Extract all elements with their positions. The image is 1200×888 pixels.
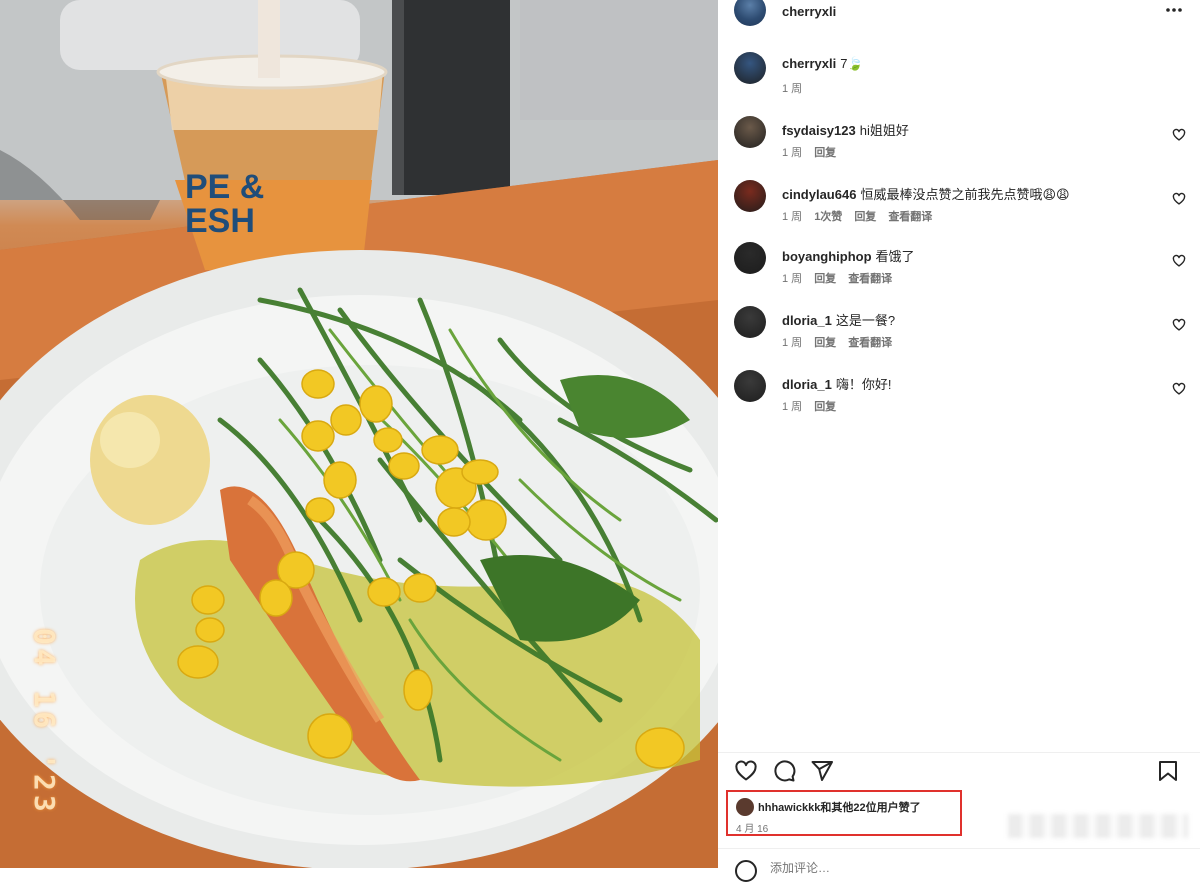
comment-like-heart-icon[interactable] <box>1172 382 1186 396</box>
cup-logo-line1: PE & <box>185 168 264 206</box>
watermark-overlay <box>1008 814 1188 838</box>
comment-icon[interactable] <box>772 759 796 783</box>
food-photo-illustration: PE & ESH <box>0 0 718 868</box>
comment-like-heart-icon[interactable] <box>1172 192 1186 206</box>
comment-line: boyanghiphop 看饿了 <box>782 246 915 265</box>
comment-text: hi姐姐好 <box>859 123 909 138</box>
comment-action[interactable]: 回复 <box>814 147 836 159</box>
add-comment-bar <box>718 848 1200 882</box>
comment-time: 1 周 <box>782 337 803 349</box>
comment-line: dloria_1 嗨！你好! <box>782 374 891 393</box>
comment-time: 1 周 <box>782 147 803 159</box>
comment-text: 这是一餐? <box>835 313 896 328</box>
commenter-username[interactable]: dloria_1 <box>782 377 832 392</box>
share-icon[interactable] <box>810 759 834 783</box>
comment-time: 1 周 <box>782 83 803 95</box>
comment-text: 7🍃 <box>840 56 864 71</box>
comment-action[interactable]: 1次赞 <box>814 211 842 223</box>
comment-text: 嗨！你好! <box>835 377 892 392</box>
comment-line: fsydaisy123 hi姐姐好 <box>782 120 909 139</box>
comment-line: cindylau646 恒威最棒没点赞之前我先点赞哦😩😩 <box>782 184 1070 203</box>
commenter-username[interactable]: fsydaisy123 <box>782 123 856 138</box>
emoji-icon[interactable] <box>734 859 758 883</box>
comment-line: cherryxli 7🍃 <box>782 56 864 72</box>
commenter-username[interactable]: cherryxli <box>782 56 836 71</box>
comment-row: fsydaisy123 hi姐姐好 1 周回复 <box>718 116 1200 166</box>
commenter-username[interactable]: dloria_1 <box>782 313 832 328</box>
comment-meta: 1 周回复 查看翻译 <box>782 270 904 286</box>
comment-like-heart-icon[interactable] <box>1172 318 1186 332</box>
comment-meta: 1 周回复 <box>782 398 848 414</box>
comment-meta: 1 周回复 <box>782 144 848 160</box>
post-actions <box>718 752 1200 789</box>
liker-avatar[interactable] <box>736 798 754 816</box>
comment-row: cindylau646 恒威最棒没点赞之前我先点赞哦😩😩 1 周 1次赞 回复 查看翻译 <box>718 180 1200 230</box>
commenter-avatar[interactable] <box>734 180 766 212</box>
comment-like-heart-icon[interactable] <box>1172 128 1186 142</box>
comment-row: dloria_1 这是一餐? 1 周回复 查看翻译 <box>718 306 1200 356</box>
comment-time: 1 周 <box>782 211 803 223</box>
cup-logo-line2: ESH <box>185 202 255 240</box>
more-horizontal-icon[interactable] <box>1164 2 1184 18</box>
commenter-avatar[interactable] <box>734 52 766 84</box>
comment-meta: 1 周 <box>782 80 814 96</box>
commenter-avatar[interactable] <box>734 116 766 148</box>
comment-input[interactable] <box>770 859 1090 877</box>
bookmark-icon[interactable] <box>1156 759 1180 783</box>
likes-count-text[interactable]: hhhawickkk和其他22位用户赞了 <box>758 799 921 815</box>
comment-action[interactable]: 查看翻译 <box>888 211 932 223</box>
comment-line: dloria_1 这是一餐? <box>782 310 895 329</box>
comment-text: 恒威最棒没点赞之前我先点赞哦😩😩 <box>860 187 1070 202</box>
comment-action[interactable]: 回复 <box>854 211 876 223</box>
comment-action[interactable]: 回复 <box>814 401 836 413</box>
owner-avatar[interactable] <box>734 0 766 26</box>
comment-action[interactable]: 回复 <box>814 273 836 285</box>
comment-like-heart-icon[interactable] <box>1172 254 1186 268</box>
comment-time: 1 周 <box>782 273 803 285</box>
comment-meta: 1 周 1次赞 回复 查看翻译 <box>782 208 944 224</box>
likes-summary-highlight: hhhawickkk和其他22位用户赞了 4 月 16 <box>726 790 962 836</box>
post-photo: PE & ESH 04 16 '23 <box>0 0 718 868</box>
commenter-avatar[interactable] <box>734 370 766 402</box>
comment-action[interactable]: 回复 <box>814 337 836 349</box>
comment-meta: 1 周回复 查看翻译 <box>782 334 904 350</box>
comment-text: 看饿了 <box>875 249 915 264</box>
comment-row: boyanghiphop 看饿了 1 周回复 查看翻译 <box>718 242 1200 292</box>
commenter-avatar[interactable] <box>734 242 766 274</box>
commenter-username[interactable]: boyanghiphop <box>782 249 872 264</box>
comments-panel: cherryxli cherryxli 7🍃 1 周 fsydaisy123 hi姐姐好… <box>718 0 1200 882</box>
comment-row: dloria_1 嗨！你好! 1 周回复 <box>718 370 1200 420</box>
comment-action[interactable]: 查看翻译 <box>848 273 892 285</box>
owner-username[interactable]: cherryxli <box>782 4 836 19</box>
comment-row: cherryxli 7🍃 1 周 <box>718 52 1200 102</box>
post-header: cherryxli <box>718 0 1200 26</box>
photo-date-stamp: 04 16 '23 <box>28 628 61 816</box>
commenter-username[interactable]: cindylau646 <box>782 187 856 202</box>
comment-time: 1 周 <box>782 401 803 413</box>
post-date: 4 月 16 <box>736 824 769 835</box>
commenter-avatar[interactable] <box>734 306 766 338</box>
heart-icon[interactable] <box>734 759 758 783</box>
comment-action[interactable]: 查看翻译 <box>848 337 892 349</box>
